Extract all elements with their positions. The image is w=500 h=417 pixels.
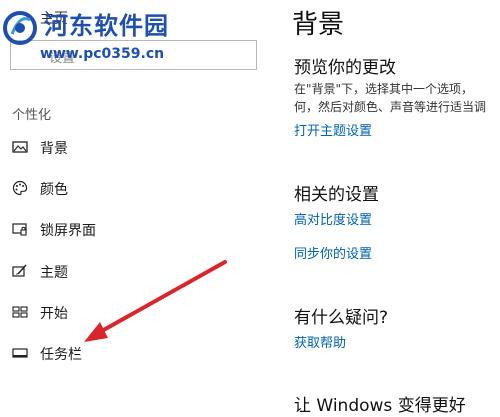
preview-heading: 预览你的更改 <box>294 58 396 78</box>
improve-windows-heading: 让 Windows 变得更好 <box>294 396 466 416</box>
sidebar-item-colors[interactable]: 颜色 <box>0 170 250 206</box>
sidebar-item-taskbar[interactable]: 任务栏 <box>0 335 250 371</box>
watermark-title: 河东软件园 <box>44 12 169 40</box>
sidebar-item-label: 颜色 <box>40 182 68 198</box>
watermark-url: www.pc0359.cn <box>40 46 165 62</box>
section-label: 个性化 <box>12 108 52 123</box>
help-heading: 有什么疑问? <box>294 308 389 328</box>
page-title: 背景 <box>292 10 345 40</box>
sidebar-item-label: 锁屏界面 <box>40 223 96 239</box>
preview-desc-line1: 在"背景"下，选择其中一个选项， <box>294 82 474 96</box>
related-settings-heading: 相关的设置 <box>294 185 379 205</box>
lock-screen-icon <box>12 223 27 236</box>
sidebar-item-lock-screen[interactable]: 锁屏界面 <box>0 211 250 247</box>
sidebar-item-label: 背景 <box>40 141 68 157</box>
get-help-link[interactable]: 获取帮助 <box>294 332 346 351</box>
sidebar-item-label: 主题 <box>40 265 68 281</box>
sidebar-item-background[interactable]: 背景 <box>0 129 250 165</box>
picture-icon <box>12 141 28 153</box>
sidebar-item-start[interactable]: 开始 <box>0 294 250 330</box>
sync-settings-link[interactable]: 同步你的设置 <box>294 243 372 262</box>
preview-desc-line2: 何，然后对颜色、声音等进行适当调 <box>294 100 487 114</box>
theme-brush-icon <box>12 264 27 277</box>
start-grid-icon <box>12 306 28 318</box>
sidebar-item-label: 任务栏 <box>40 347 82 363</box>
taskbar-icon <box>12 348 28 358</box>
palette-icon <box>12 180 28 196</box>
watermark-logo-icon <box>3 11 37 45</box>
sidebar-item-themes[interactable]: 主题 <box>0 253 250 289</box>
sidebar-item-label: 开始 <box>40 306 68 322</box>
high-contrast-link[interactable]: 高对比度设置 <box>294 209 372 228</box>
open-theme-settings-link[interactable]: 打开主题设置 <box>294 120 372 139</box>
